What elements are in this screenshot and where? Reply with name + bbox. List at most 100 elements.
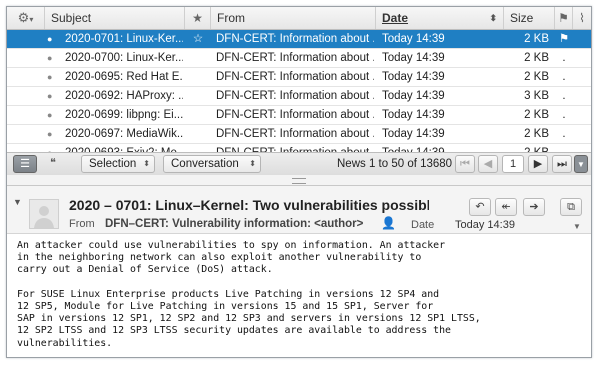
forward-button[interactable]: ➔ (523, 198, 545, 216)
list-icon: ☰ (20, 158, 30, 170)
add-contact-icon[interactable]: 👤 (381, 216, 396, 230)
first-page-icon: ⏮ (460, 158, 470, 170)
thread-view-toggle-button[interactable]: ❝ (41, 155, 65, 173)
table-row[interactable]: ● 2020-0697: MediaWik... DFN-CERT: Informa… (7, 125, 591, 144)
mail-window: ⚙▾ Subject ★ From Date ⬍ Size ⚑ ⌇ ● 2020-0… (6, 6, 592, 358)
person-icon (34, 206, 54, 228)
message-date: Today 14:39 (455, 219, 515, 231)
unread-dot-icon: ● (47, 72, 53, 82)
row-star-icon[interactable] (185, 49, 211, 67)
first-page-button[interactable]: ⏮ (455, 155, 475, 173)
row-star-icon[interactable] (185, 68, 211, 86)
row-from: DFN-CERT: Information about ... (216, 128, 374, 140)
pane-splitter[interactable] (7, 175, 591, 186)
row-subject: 2020-0699: libpng: Ei... (65, 109, 183, 121)
table-row[interactable]: ● 2020-0692: HAProxy: ... DFN-CERT: Inform… (7, 87, 591, 106)
selection-dropdown[interactable]: Selection ⬍ (81, 155, 155, 173)
star-icon: ★ (192, 11, 203, 25)
updown-arrow-icon: ⬍ (249, 159, 256, 168)
updown-arrow-icon: ⬍ (143, 159, 150, 168)
table-row[interactable]: ● 2020-0699: libpng: Ei... DFN-CERT: Infor… (7, 106, 591, 125)
paperclip-icon: ⌇ (579, 11, 585, 25)
column-header-flag[interactable]: ⚑ (555, 7, 573, 29)
reply-button[interactable]: ↶ (469, 198, 491, 216)
preview-subject: 2020 – 0701: Linux–Kernel: Two vulnerabi… (69, 197, 429, 213)
row-star-icon[interactable] (185, 125, 211, 143)
row-from: DFN-CERT: Information about ... (216, 90, 374, 102)
reply-all-button[interactable]: ↞ (495, 198, 517, 216)
row-flag-icon[interactable]: . (555, 106, 573, 124)
sort-arrows-icon: ⬍ (489, 13, 497, 23)
row-size: 3 KB (524, 90, 549, 102)
avatar (29, 199, 59, 229)
list-toolbar: ☰ ❝ Selection ⬍ Conversation ⬍ News 1 to 5… (7, 152, 591, 175)
column-header-subject[interactable]: Subject (45, 7, 185, 29)
row-star-icon[interactable] (185, 106, 211, 124)
row-star-icon[interactable] (185, 87, 211, 105)
column-header-attachment[interactable]: ⌇ (573, 7, 591, 29)
more-actions-chevron-icon[interactable]: ▼ (573, 222, 581, 231)
preview-header: ▼ 2020 – 0701: Linux–Kernel: Two vulnera… (7, 186, 591, 234)
next-page-button[interactable]: ▶ (528, 155, 548, 173)
flag-icon: ⚑ (558, 11, 569, 25)
list-view-toggle-button[interactable]: ☰ (13, 155, 37, 173)
unread-dot-icon: ● (47, 91, 53, 101)
column-header-size[interactable]: Size (504, 7, 555, 29)
row-subject: 2020-0700: Linux-Ker... (65, 52, 183, 64)
row-date: Today 14:39 (382, 90, 445, 102)
message-list-header: ⚙▾ Subject ★ From Date ⬍ Size ⚑ ⌇ (7, 7, 591, 30)
row-from: DFN-CERT: Information about ... (216, 33, 374, 45)
table-row[interactable]: ● 2020-0700: Linux-Ker... DFN-CERT: Inform… (7, 49, 591, 68)
message-body: An attacker could use vulnerabilities to… (17, 240, 481, 349)
row-size: 2 KB (524, 109, 549, 121)
row-size: 2 KB (524, 52, 549, 64)
page-number-input[interactable]: 1 (502, 155, 524, 173)
splitter-grip-icon (292, 178, 306, 184)
unread-dot-icon: ● (47, 34, 53, 44)
reply-icon: ↶ (475, 201, 485, 213)
row-date: Today 14:39 (382, 128, 445, 140)
column-header-from[interactable]: From (211, 7, 376, 29)
reply-all-icon: ↞ (501, 201, 511, 213)
row-from: DFN-CERT: Information about ... (216, 52, 374, 64)
table-row[interactable]: ● 2020-0695: Red Hat E... DFN-CERT: Inform… (7, 68, 591, 87)
row-size: 2 KB (524, 33, 549, 45)
row-date: Today 14:39 (382, 52, 445, 64)
row-subject: 2020-0692: HAProxy: ... (65, 90, 183, 102)
row-flag-icon[interactable]: ⚑ (555, 30, 573, 48)
row-flag-icon[interactable]: . (555, 49, 573, 67)
message-list-panel: ⚙▾ Subject ★ From Date ⬍ Size ⚑ ⌇ ● 2020-0… (7, 7, 591, 176)
row-subject: 2020-0697: MediaWik... (65, 128, 183, 140)
page-status: News 1 to 50 of 13680 (337, 158, 453, 170)
unread-dot-icon: ● (47, 129, 53, 139)
collapse-headers-icon[interactable]: ▼ (13, 197, 22, 207)
comments-icon: ❝ (50, 157, 56, 169)
row-subject: 2020-0695: Red Hat E... (65, 71, 183, 83)
row-flag-icon[interactable]: . (555, 125, 573, 143)
open-in-window-button[interactable]: ⧉ (560, 198, 582, 216)
row-size: 2 KB (524, 71, 549, 83)
column-settings-button[interactable]: ⚙▾ (7, 7, 45, 29)
column-header-date[interactable]: Date ⬍ (376, 7, 504, 29)
row-subject: 2020-0701: Linux-Ker... (65, 33, 183, 45)
row-size: 2 KB (524, 128, 549, 140)
row-flag-icon[interactable]: . (555, 87, 573, 105)
sender-name[interactable]: DFN–CERT: Vulnerability information: <au… (105, 218, 363, 230)
previous-page-button[interactable]: ◀ (478, 155, 498, 173)
forward-icon: ➔ (529, 201, 539, 213)
row-flag-icon[interactable]: . (555, 68, 573, 86)
conversation-dropdown[interactable]: Conversation ⬍ (163, 155, 261, 173)
list-menu-button[interactable]: ▼ (574, 155, 588, 173)
row-star-icon[interactable]: ☆ (185, 30, 211, 48)
row-from: DFN-CERT: Information about ... (216, 71, 374, 83)
next-icon: ▶ (533, 158, 543, 170)
chevron-down-icon: ▼ (577, 160, 585, 169)
last-page-icon: ⏭ (557, 158, 567, 170)
unread-dot-icon: ● (47, 110, 53, 120)
row-date: Today 14:39 (382, 33, 445, 45)
column-header-star[interactable]: ★ (185, 7, 211, 29)
table-row[interactable]: ● 2020-0701: Linux-Ker... ☆ DFN-CERT: Infor… (7, 30, 591, 49)
row-from: DFN-CERT: Information about ... (216, 109, 374, 121)
unread-dot-icon: ● (47, 53, 53, 63)
last-page-button[interactable]: ⏭ (552, 155, 572, 173)
